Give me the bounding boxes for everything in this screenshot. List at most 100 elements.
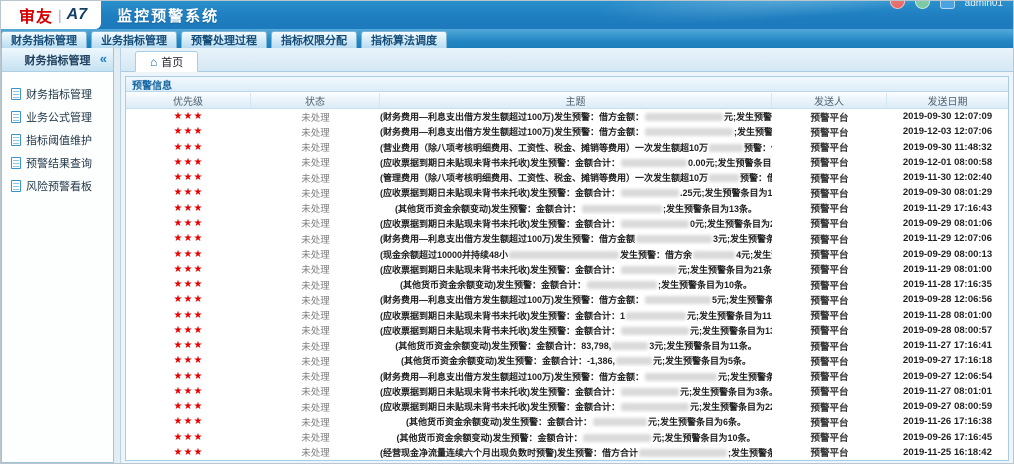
table-row[interactable]: ★★★ 未处理 (其他货币资金余额变动)发生预警：金额合计：元;发生预警条目为6…	[126, 414, 1008, 429]
status-label: 未处理	[251, 293, 380, 307]
column-header: 发送人	[772, 93, 887, 108]
table-row[interactable]: ★★★ 未处理 (应收票据到期日未贴现未背书未托收)发生预警：金额合计：0.00…	[126, 155, 1008, 170]
username-label: admin01	[965, 1, 1003, 9]
priority-stars: ★★★	[126, 355, 251, 366]
alert-subject: (应收票据到期日未贴现未背书未托收)发生预警：金额合计：元;发生预警条目为3条。	[380, 385, 772, 398]
document-icon	[11, 134, 21, 146]
table-row[interactable]: ★★★ 未处理 (财务费用—利息支出借方发生额超过100万)发生预警：借方金额3…	[126, 231, 1008, 246]
breadcrumb-bar: ⌂ 首页	[121, 48, 1013, 72]
table-row[interactable]: ★★★ 未处理 (营业费用（除八项考核明细费用、工资性、税金、摊销等费用）一次发…	[126, 140, 1008, 155]
nav-tab-3[interactable]: 预警处理过程	[181, 31, 267, 48]
table-row[interactable]: ★★★ 未处理 (财务费用—利息支出借方发生额超过100万)发生预警：借方金额：…	[126, 292, 1008, 307]
priority-stars: ★★★	[126, 233, 251, 244]
collapse-icon[interactable]: «	[100, 51, 107, 66]
send-date: 2019-09-30 11:48:32	[887, 142, 1008, 153]
nav-tab-2[interactable]: 业务指标管理	[91, 31, 177, 48]
column-header: 状态	[251, 93, 380, 108]
sender-label: 预警平台	[772, 247, 887, 261]
column-header: 发送日期	[887, 93, 1008, 108]
table-row[interactable]: ★★★ 未处理 (其他货币资金余额变动)发生预警：金额合计：-1,386,元;发…	[126, 353, 1008, 368]
nav-tab-5[interactable]: 指标算法调度	[361, 31, 447, 48]
nav-tab-4[interactable]: 指标权限分配	[271, 31, 357, 48]
app-window: 审友 | A7 监控预警系统 admin01 财务指标管理业务指标管理预警处理过…	[1, 1, 1013, 463]
table-row[interactable]: ★★★ 未处理 (其他货币资金余额变动)发生预警：金额合计：83,798,3元;…	[126, 338, 1008, 353]
status-label: 未处理	[251, 171, 380, 185]
sidebar-item[interactable]: 业务公式管理	[11, 105, 113, 128]
alert-subject: (现金余额超过10000并持续48小发生预警：借方余4元;发生预警条目为1条。	[380, 248, 772, 261]
send-date: 2019-11-29 12:07:06	[887, 233, 1008, 244]
sender-label: 预警平台	[772, 415, 887, 429]
splitter-handle[interactable]	[114, 48, 121, 463]
sender-label: 预警平台	[772, 354, 887, 368]
sidebar-item-label: 指标阈值维护	[26, 132, 92, 148]
table-row[interactable]: ★★★ 未处理 (财务费用—利息支出借方发生额超过100万)发生预警：借方金额：…	[126, 369, 1008, 384]
sidebar-item[interactable]: 风险预警看板	[11, 174, 113, 197]
table-row[interactable]: ★★★ 未处理 (应收票据到期日未贴现未背书未托收)发生预警：金额合计：元;发生…	[126, 323, 1008, 338]
alert-icon[interactable]	[890, 1, 905, 9]
nav-tab-1[interactable]: 财务指标管理	[1, 31, 87, 48]
send-date: 2019-09-30 08:01:29	[887, 187, 1008, 198]
table-row[interactable]: ★★★ 未处理 (应收票据到期日未贴现未背书未托收)发生预警：金额合计：元;发生…	[126, 399, 1008, 414]
alert-subject: (其他货币资金余额变动)发生预警：金额合计：元;发生预警条目为10条。	[380, 431, 772, 444]
redacted-amount	[612, 342, 648, 350]
redacted-amount	[582, 205, 662, 213]
alert-subject: (应收票据到期日未贴现未背书未托收)发生预警：金额合计：元;发生预警条目为13条…	[380, 324, 772, 337]
sidebar-item[interactable]: 财务指标管理	[11, 82, 113, 105]
send-date: 2019-11-30 12:02:40	[887, 172, 1008, 183]
table-header: 优先级状态主题发送人发送日期	[126, 92, 1008, 109]
alert-subject: (财务费用—利息支出借方发生额超过100万)发生预警：借方金额：元;发生预警条目…	[380, 110, 772, 123]
status-label: 未处理	[251, 339, 380, 353]
table-row[interactable]: ★★★ 未处理 (应收票据到期日未贴现未背书未托收)发生预警：金额合计：1元;发…	[126, 307, 1008, 322]
send-date: 2019-09-29 08:01:06	[887, 218, 1008, 229]
table-row[interactable]: ★★★ 未处理 (应收票据到期日未贴现未背书未托收)发生预警：金额合计：元;发生…	[126, 384, 1008, 399]
alert-subject: (财务费用—利息支出借方发生额超过100万)发生预警：借方金额：元;发生预警条目…	[380, 370, 772, 383]
sidebar-item-label: 财务指标管理	[26, 86, 92, 102]
user-icon[interactable]	[940, 1, 955, 9]
status-label: 未处理	[251, 384, 380, 398]
status-label: 未处理	[251, 415, 380, 429]
table-row[interactable]: ★★★ 未处理 (经营现金净流量连续六个月出现负数时预警)发生预警：借方合计;发…	[126, 445, 1008, 460]
sidebar-item[interactable]: 指标阈值维护	[11, 128, 113, 151]
logo-separator: |	[58, 7, 62, 23]
header-actions: admin01	[890, 1, 1003, 9]
redacted-amount	[621, 388, 679, 396]
priority-stars: ★★★	[126, 111, 251, 122]
status-label: 未处理	[251, 186, 380, 200]
redacted-amount	[709, 174, 739, 182]
sidebar-item[interactable]: 预警结果查询	[11, 151, 113, 174]
status-label: 未处理	[251, 201, 380, 215]
table-body: ★★★ 未处理 (财务费用—利息支出借方发生额超过100万)发生预警：借方金额：…	[126, 109, 1008, 460]
table-row[interactable]: ★★★ 未处理 (财务费用—利息支出借方发生额超过100万)发生预警：借方金额：…	[126, 109, 1008, 124]
send-date: 2019-11-29 17:16:43	[887, 203, 1008, 214]
table-row[interactable]: ★★★ 未处理 (应收票据到期日未贴现未背书未托收)发生预警：金额合计：元;发生…	[126, 262, 1008, 277]
alert-subject: (营业费用（除八项考核明细费用、工资性、税金、摊销等费用）一次发生额超10万预警…	[380, 141, 772, 154]
table-row[interactable]: ★★★ 未处理 (其他货币资金余额变动)发生预警：金额合计：元;发生预警条目为1…	[126, 430, 1008, 445]
send-date: 2019-11-26 17:16:38	[887, 416, 1008, 427]
priority-stars: ★★★	[126, 203, 251, 214]
table-row[interactable]: ★★★ 未处理 (其他货币资金余额变动)发生预警：金额合计：;发生预警条目为10…	[126, 277, 1008, 292]
column-header: 优先级	[126, 93, 251, 108]
status-label: 未处理	[251, 354, 380, 368]
redacted-amount	[621, 327, 689, 335]
status-label: 未处理	[251, 308, 380, 322]
priority-stars: ★★★	[126, 447, 251, 458]
status-label: 未处理	[251, 369, 380, 383]
table-row[interactable]: ★★★ 未处理 (应收票据到期日未贴现未背书未托收)发生预警：金额合计：0元;发…	[126, 216, 1008, 231]
redacted-amount	[621, 159, 687, 167]
table-row[interactable]: ★★★ 未处理 (管理费用（除八项考核明细费用、工资性、税金、摊销等费用）一次发…	[126, 170, 1008, 185]
redacted-amount	[709, 144, 743, 152]
sidebar-menu: 财务指标管理 业务公式管理 指标阈值维护 预警结果查询 风险预警看板	[2, 72, 113, 197]
sender-label: 预警平台	[772, 125, 887, 139]
send-date: 2019-12-01 08:00:58	[887, 157, 1008, 168]
priority-stars: ★★★	[126, 187, 251, 198]
table-row[interactable]: ★★★ 未处理 (财务费用—利息支出借方发生额超过100万)发生预警：借方金额：…	[126, 124, 1008, 139]
tab-home[interactable]: ⌂ 首页	[135, 51, 198, 72]
alert-subject: (财务费用—利息支出借方发生额超过100万)发生预警：借方金额：;发生预警条目为…	[380, 125, 772, 138]
table-row[interactable]: ★★★ 未处理 (其他货币资金余额变动)发生预警：金额合计：;发生预警条目为13…	[126, 201, 1008, 216]
table-row[interactable]: ★★★ 未处理 (现金余额超过10000并持续48小发生预警：借方余4元;发生预…	[126, 246, 1008, 261]
message-icon[interactable]	[915, 1, 930, 9]
table-row[interactable]: ★★★ 未处理 (应收票据到期日未贴现未背书未托收)发生预警：金额合计：.25元…	[126, 185, 1008, 200]
sender-label: 预警平台	[772, 369, 887, 383]
status-label: 未处理	[251, 430, 380, 444]
status-label: 未处理	[251, 323, 380, 337]
